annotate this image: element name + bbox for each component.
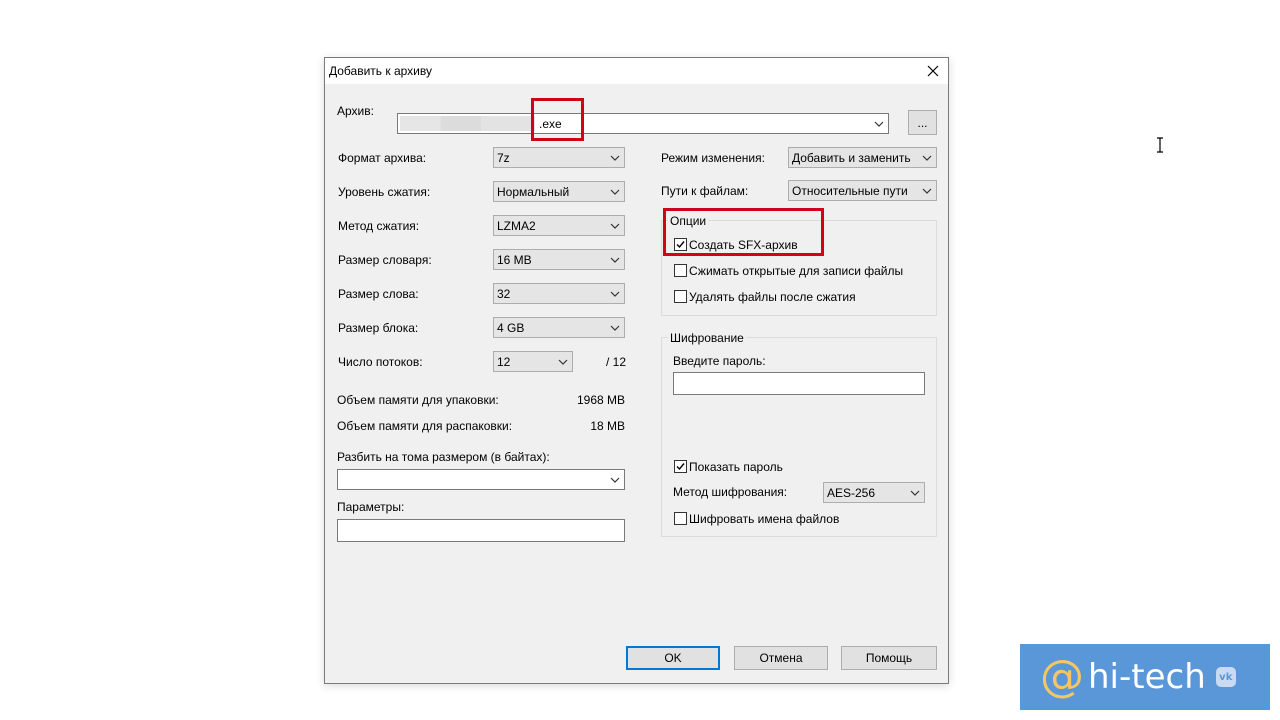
dialog-title: Добавить к архиву (329, 64, 432, 78)
checkmark-icon (676, 463, 685, 471)
close-button[interactable] (921, 60, 945, 82)
method-value: LZMA2 (497, 219, 536, 233)
title-bar[interactable]: Добавить к архиву (325, 58, 948, 84)
cancel-button[interactable]: Отмена (734, 646, 828, 670)
dict-label: Размер словаря: (338, 253, 432, 267)
chevron-down-icon (558, 359, 568, 365)
chevron-down-icon (922, 155, 932, 161)
chevron-down-icon (610, 477, 620, 483)
password-input[interactable] (673, 372, 925, 395)
format-select[interactable]: 7z (493, 147, 625, 168)
mem-pack-label: Объем памяти для упаковки: (337, 393, 499, 407)
method-label: Метод сжатия: (338, 219, 420, 233)
path-mode-label: Пути к файлам: (661, 184, 749, 198)
chevron-down-icon (610, 189, 620, 195)
mem-unpack-label: Объем памяти для распаковки: (337, 419, 513, 433)
show-password-checkbox[interactable] (674, 460, 687, 473)
dict-select[interactable]: 16 MB (493, 249, 625, 270)
brand-name: hi-tech (1088, 657, 1206, 697)
word-value: 32 (497, 287, 511, 301)
params-label: Параметры: (337, 500, 405, 514)
shared-label[interactable]: Сжимать открытые для записи файлы (689, 264, 903, 278)
chevron-down-icon (610, 223, 620, 229)
block-value: 4 GB (497, 321, 525, 335)
split-label: Разбить на тома размером (в байтах): (337, 450, 550, 464)
hi-tech-watermark: @ hi-tech vk (1020, 644, 1270, 710)
text-cursor-icon (1157, 137, 1163, 153)
path-mode-value: Относительные пути (792, 184, 908, 198)
update-mode-select[interactable]: Добавить и заменить (788, 147, 937, 168)
shared-checkbox[interactable] (674, 264, 687, 277)
chevron-down-icon (610, 155, 620, 161)
split-combo[interactable] (337, 469, 625, 490)
highlight-box-sfx (663, 208, 824, 256)
enc-method-value: AES-256 (827, 486, 876, 500)
path-mode-select[interactable]: Относительные пути (788, 180, 937, 201)
password-label: Введите пароль: (673, 354, 766, 368)
threads-label: Число потоков: (338, 355, 423, 369)
chevron-down-icon (922, 188, 932, 194)
chevron-down-icon (874, 121, 884, 127)
blurred-path (400, 116, 535, 131)
add-to-archive-dialog: Добавить к архиву Архив: .exe ... Формат… (324, 57, 949, 684)
mem-pack-value: 1968 MB (576, 393, 625, 407)
format-label: Формат архива: (338, 151, 427, 165)
browse-button[interactable]: ... (908, 110, 937, 135)
word-select[interactable]: 32 (493, 283, 625, 304)
word-label: Размер слова: (338, 287, 419, 301)
block-select[interactable]: 4 GB (493, 317, 625, 338)
dict-value: 16 MB (497, 253, 532, 267)
chevron-down-icon (910, 490, 920, 496)
encrypt-names-checkbox[interactable] (674, 512, 687, 525)
help-button[interactable]: Помощь (841, 646, 937, 670)
encrypt-names-label[interactable]: Шифровать имена файлов (689, 512, 839, 526)
archive-path-combo[interactable]: .exe (397, 113, 889, 134)
ok-button[interactable]: OK (626, 646, 720, 670)
at-logo: @ (1040, 651, 1084, 702)
update-mode-label: Режим изменения: (661, 151, 765, 165)
block-label: Размер блока: (338, 321, 419, 335)
close-icon (927, 65, 939, 77)
level-label: Уровень сжатия: (338, 185, 431, 199)
chevron-down-icon (610, 291, 620, 297)
level-select[interactable]: Нормальный (493, 181, 625, 202)
archive-label: Архив: (337, 104, 374, 118)
delete-label[interactable]: Удалять файлы после сжатия (689, 290, 856, 304)
vk-icon: vk (1215, 667, 1236, 687)
method-select[interactable]: LZMA2 (493, 215, 625, 236)
show-password-label[interactable]: Показать пароль (689, 460, 783, 474)
level-value: Нормальный (497, 185, 570, 199)
params-input[interactable] (337, 519, 625, 542)
chevron-down-icon (610, 257, 620, 263)
highlight-box-exe (531, 98, 584, 141)
format-value: 7z (497, 151, 510, 165)
enc-method-select[interactable]: AES-256 (823, 482, 925, 503)
delete-checkbox[interactable] (674, 290, 687, 303)
mem-unpack-value: 18 MB (590, 419, 625, 433)
enc-method-label: Метод шифрования: (673, 485, 788, 499)
threads-value: 12 (497, 355, 511, 369)
encryption-title: Шифрование (668, 331, 746, 345)
update-mode-value: Добавить и заменить (792, 151, 911, 165)
threads-max: / 12 (606, 355, 627, 369)
threads-select[interactable]: 12 (493, 351, 573, 372)
chevron-down-icon (610, 325, 620, 331)
